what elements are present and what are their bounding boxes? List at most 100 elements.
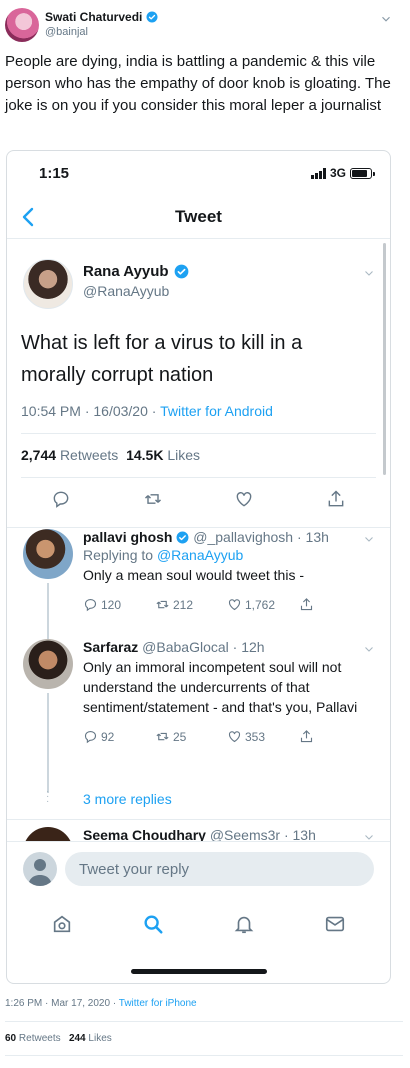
verified-badge-icon: [146, 11, 158, 23]
likes-label[interactable]: Likes: [88, 1033, 111, 1044]
reply-icon: [84, 730, 97, 744]
tweet-stats: 2,744 Retweets 14.5K Likes: [21, 447, 200, 463]
reply-body: Sarfaraz @BabaGlocal · 12h Only an immor…: [83, 639, 373, 744]
likes-count[interactable]: 244: [69, 1033, 86, 1044]
reply-header: Sarfaraz @BabaGlocal · 12h: [83, 639, 373, 655]
divider: [7, 819, 390, 820]
tweet-time[interactable]: 1:26 PM · Mar 17, 2020 ·: [5, 998, 119, 1009]
more-replies-dots: · · ·: [46, 786, 50, 807]
status-indicators: 3G: [310, 166, 375, 180]
divider: [21, 477, 376, 478]
retweet-button[interactable]: 25: [155, 729, 227, 744]
replying-prefix: Replying to: [83, 547, 157, 563]
avatar[interactable]: [23, 639, 73, 689]
author-handle[interactable]: @BabaGlocal: [142, 639, 229, 655]
verified-badge-icon: [174, 264, 188, 279]
replying-to: Replying to @RanaAyyub: [83, 547, 373, 563]
nav-bar: Tweet: [7, 199, 390, 239]
reply-button[interactable]: 92: [83, 729, 155, 744]
tweet-source[interactable]: Twitter for iPhone: [119, 998, 197, 1009]
reply-count: 120: [101, 597, 122, 612]
share-icon: [300, 598, 313, 611]
likes-count[interactable]: 14.5K: [126, 447, 163, 463]
share-icon: [300, 730, 313, 743]
reply-age: · 13h: [296, 529, 329, 545]
like-icon: [228, 731, 241, 743]
reply-button[interactable]: 120: [83, 597, 155, 612]
reply-age: · 12h: [232, 639, 265, 655]
tweet-source[interactable]: Twitter for Android: [160, 403, 273, 419]
more-replies-link[interactable]: 3 more replies: [83, 791, 172, 807]
retweet-count: 25: [173, 729, 187, 744]
author-handle[interactable]: @bainjal: [45, 26, 88, 38]
retweets-count[interactable]: 60: [5, 1033, 16, 1044]
share-button[interactable]: [299, 729, 371, 744]
search-icon[interactable]: [142, 913, 164, 935]
outer-tweet-header: Swati Chaturvedi @bainjal: [5, 8, 405, 42]
reply-compose-bar: [7, 841, 390, 895]
reply-input[interactable]: [65, 852, 374, 886]
like-count: 1,762: [245, 597, 276, 612]
home-icon[interactable]: [51, 913, 73, 935]
chevron-down-icon[interactable]: [363, 533, 375, 545]
author-name-row: Swati Chaturvedi: [45, 10, 158, 24]
page-title: Tweet: [175, 207, 222, 226]
reply-actions: 92 25 353: [83, 729, 373, 744]
author-handle[interactable]: @_pallavighosh: [193, 529, 293, 545]
author-name[interactable]: Sarfaraz: [83, 639, 138, 655]
likes-label[interactable]: Likes: [167, 447, 200, 463]
thread-line: [47, 693, 49, 793]
reply-icon: [84, 598, 97, 612]
replying-to-handle[interactable]: @RanaAyyub: [157, 547, 243, 563]
chevron-down-icon[interactable]: [379, 12, 393, 26]
author-name[interactable]: Swati Chaturvedi: [45, 10, 142, 24]
tweet-time[interactable]: 10:54 PM · 16/03/20 ·: [21, 403, 160, 419]
phone-screenshot: 1:15 3G Tweet Rana Ayyub @RanaAyyub What…: [6, 150, 391, 984]
retweet-count: 212: [173, 597, 194, 612]
retweets-label[interactable]: Retweets: [19, 1033, 61, 1044]
retweets-count[interactable]: 2,744: [21, 447, 56, 463]
scrollbar[interactable]: [383, 243, 386, 475]
author-handle[interactable]: @RanaAyyub: [83, 283, 169, 299]
notifications-bell-icon[interactable]: [233, 913, 255, 935]
tweet-actions: [21, 489, 376, 509]
network-label: 3G: [329, 166, 346, 180]
author-name[interactable]: Rana Ayyub: [83, 263, 169, 280]
author-name[interactable]: pallavi ghosh: [83, 529, 172, 545]
like-icon[interactable]: [234, 489, 254, 509]
tweet-text: People are dying, india is battling a pa…: [5, 53, 391, 114]
avatar[interactable]: [5, 8, 39, 42]
status-bar: 1:15 3G: [7, 151, 390, 195]
like-count: 353: [245, 729, 266, 744]
default-avatar-icon[interactable]: [23, 852, 57, 886]
tweet-stats: 60 Retweets 244 Likes: [5, 1033, 112, 1044]
divider: [21, 433, 376, 434]
reply-icon[interactable]: [51, 489, 71, 509]
like-button[interactable]: 353: [227, 729, 299, 744]
retweets-label[interactable]: Retweets: [60, 447, 118, 463]
like-button[interactable]: 1,762: [227, 597, 299, 612]
avatar[interactable]: [23, 529, 73, 579]
verified-badge-icon: [176, 531, 189, 544]
status-time: 1:15: [39, 165, 70, 182]
reply-text: Only a mean soul would tweet this -: [83, 567, 304, 583]
reply-actions: 120 212 1,762: [83, 597, 373, 612]
retweet-icon: [156, 600, 169, 609]
avatar[interactable]: [23, 259, 73, 309]
chevron-down-icon[interactable]: [363, 643, 375, 655]
retweet-icon[interactable]: [143, 489, 163, 509]
share-icon[interactable]: [326, 489, 346, 509]
retweet-button[interactable]: 212: [155, 597, 227, 612]
tweet-text: What is left for a virus to kill in a mo…: [21, 332, 303, 386]
chevron-down-icon[interactable]: [363, 267, 375, 279]
messages-envelope-icon[interactable]: [324, 913, 346, 935]
tweet-meta: 1:26 PM · Mar 17, 2020 · Twitter for iPh…: [5, 998, 197, 1009]
divider: [5, 1021, 403, 1022]
author-name-row: Rana Ayyub: [83, 263, 189, 280]
reply-body: pallavi ghosh @_pallavighosh · 13h Reply…: [83, 529, 373, 612]
tweet-meta: 10:54 PM · 16/03/20 · Twitter for Androi…: [21, 403, 273, 419]
share-button[interactable]: [299, 597, 371, 612]
like-icon: [228, 599, 241, 611]
retweet-icon: [156, 732, 169, 741]
signal-icon: [310, 167, 326, 179]
